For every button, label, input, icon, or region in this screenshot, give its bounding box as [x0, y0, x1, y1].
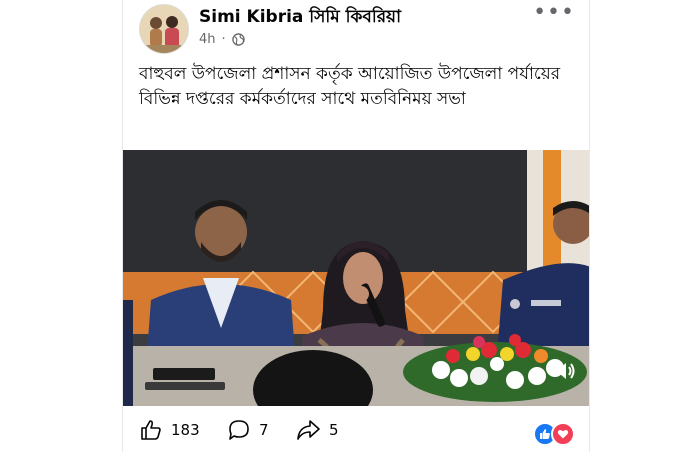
- author-name[interactable]: Simi Kibria সিমি কিবরিয়া: [199, 4, 401, 32]
- mute-toggle-icon[interactable]: [551, 358, 577, 384]
- like-button[interactable]: 183: [139, 418, 200, 442]
- post-actions-bar: 183 7 5: [123, 412, 589, 452]
- post-meta: 4h ·: [199, 32, 245, 47]
- globe-icon[interactable]: [231, 33, 245, 46]
- more-options-button[interactable]: •••: [533, 0, 575, 25]
- thumbs-up-icon: [139, 418, 163, 442]
- share-button[interactable]: 5: [295, 418, 339, 442]
- post-text: বাহুবল উপজেলা প্রশাসন কর্তৃক আয়োজিত উপজ…: [139, 64, 561, 109]
- love-reaction-icon: [551, 422, 575, 446]
- comment-count: 7: [259, 421, 269, 439]
- post-photo[interactable]: [123, 150, 589, 406]
- reaction-summary[interactable]: [533, 422, 575, 446]
- post-time[interactable]: 4h: [199, 32, 216, 47]
- like-count: 183: [171, 421, 200, 439]
- dot-separator: ·: [221, 32, 226, 47]
- author-avatar[interactable]: [139, 4, 189, 54]
- share-count: 5: [329, 421, 339, 439]
- comment-button[interactable]: 7: [227, 418, 269, 442]
- comment-icon: [227, 418, 251, 442]
- post-card: Simi Kibria সিমি কিবরিয়া 4h · ••• বাহুব…: [122, 0, 590, 452]
- share-icon: [295, 418, 321, 442]
